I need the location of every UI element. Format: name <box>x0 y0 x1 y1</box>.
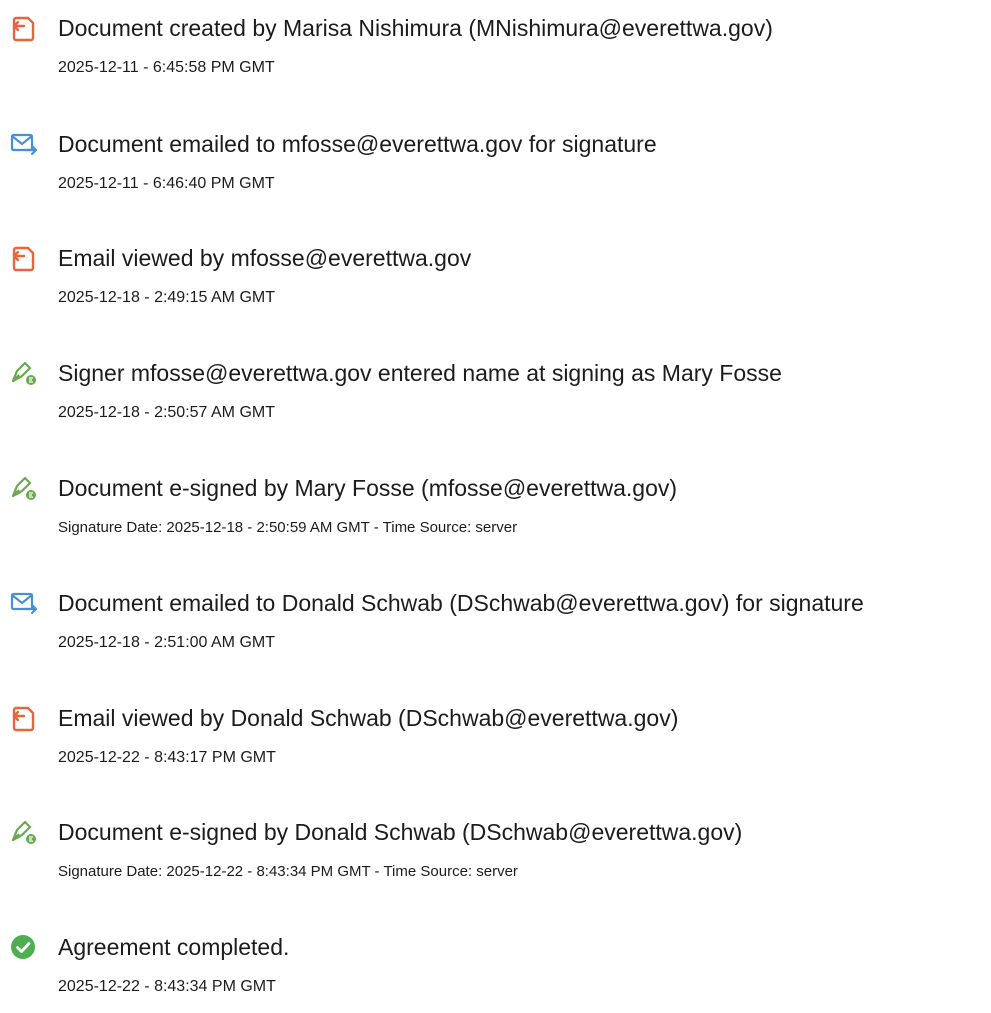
event-title: Agreement completed. <box>58 934 290 960</box>
event-title: Email viewed by mfosse@everettwa.gov <box>58 245 472 271</box>
history-event: Signer mfosse@everettwa.gov entered name… <box>0 359 991 439</box>
event-signature-date: Signature Date: 2025-12-22 - 8:43:34 PM … <box>58 863 518 880</box>
history-event: Document created by Marisa Nishimura (MN… <box>0 14 991 94</box>
document-icon <box>10 14 38 42</box>
history-event: Email viewed by Donald Schwab (DSchwab@e… <box>0 704 991 784</box>
event-title: Document e-signed by Mary Fosse (mfosse@… <box>58 475 678 501</box>
esign-pen-icon <box>10 474 38 502</box>
event-timestamp: 2025-12-22 - 8:43:34 PM GMT <box>58 978 276 995</box>
esign-pen-icon <box>10 818 38 846</box>
history-event: Document e-signed by Mary Fosse (mfosse@… <box>0 474 991 554</box>
event-signature-date: Signature Date: 2025-12-18 - 2:50:59 AM … <box>58 519 518 536</box>
event-timestamp: 2025-12-11 - 6:45:58 PM GMT <box>58 59 275 76</box>
document-icon <box>10 244 38 272</box>
history-event: Document e-signed by Donald Schwab (DSch… <box>0 818 991 898</box>
history-event: Document emailed to mfosse@everettwa.gov… <box>0 130 991 210</box>
event-timestamp: 2025-12-18 - 2:51:00 AM GMT <box>58 634 275 651</box>
history-event: Email viewed by mfosse@everettwa.gov 202… <box>0 244 991 324</box>
event-title: Document emailed to mfosse@everettwa.gov… <box>58 131 657 157</box>
check-circle-icon <box>10 933 38 961</box>
history-event: Document emailed to Donald Schwab (DSchw… <box>0 589 991 669</box>
event-title: Signer mfosse@everettwa.gov entered name… <box>58 360 782 386</box>
event-timestamp: 2025-12-18 - 2:49:15 AM GMT <box>58 289 275 306</box>
document-icon <box>10 704 38 732</box>
event-title: Document emailed to Donald Schwab (DSchw… <box>58 590 864 616</box>
history-event: Agreement completed. 2025-12-22 - 8:43:3… <box>0 933 991 1013</box>
event-title: Document e-signed by Donald Schwab (DSch… <box>58 819 743 845</box>
email-sent-icon <box>10 130 38 158</box>
event-title: Email viewed by Donald Schwab (DSchwab@e… <box>58 705 679 731</box>
event-title: Document created by Marisa Nishimura (MN… <box>58 15 773 41</box>
event-timestamp: 2025-12-11 - 6:46:40 PM GMT <box>58 175 275 192</box>
event-timestamp: 2025-12-18 - 2:50:57 AM GMT <box>58 404 275 421</box>
event-timestamp: 2025-12-22 - 8:43:17 PM GMT <box>58 749 276 766</box>
email-sent-icon <box>10 589 38 617</box>
esign-pen-icon <box>10 359 38 387</box>
